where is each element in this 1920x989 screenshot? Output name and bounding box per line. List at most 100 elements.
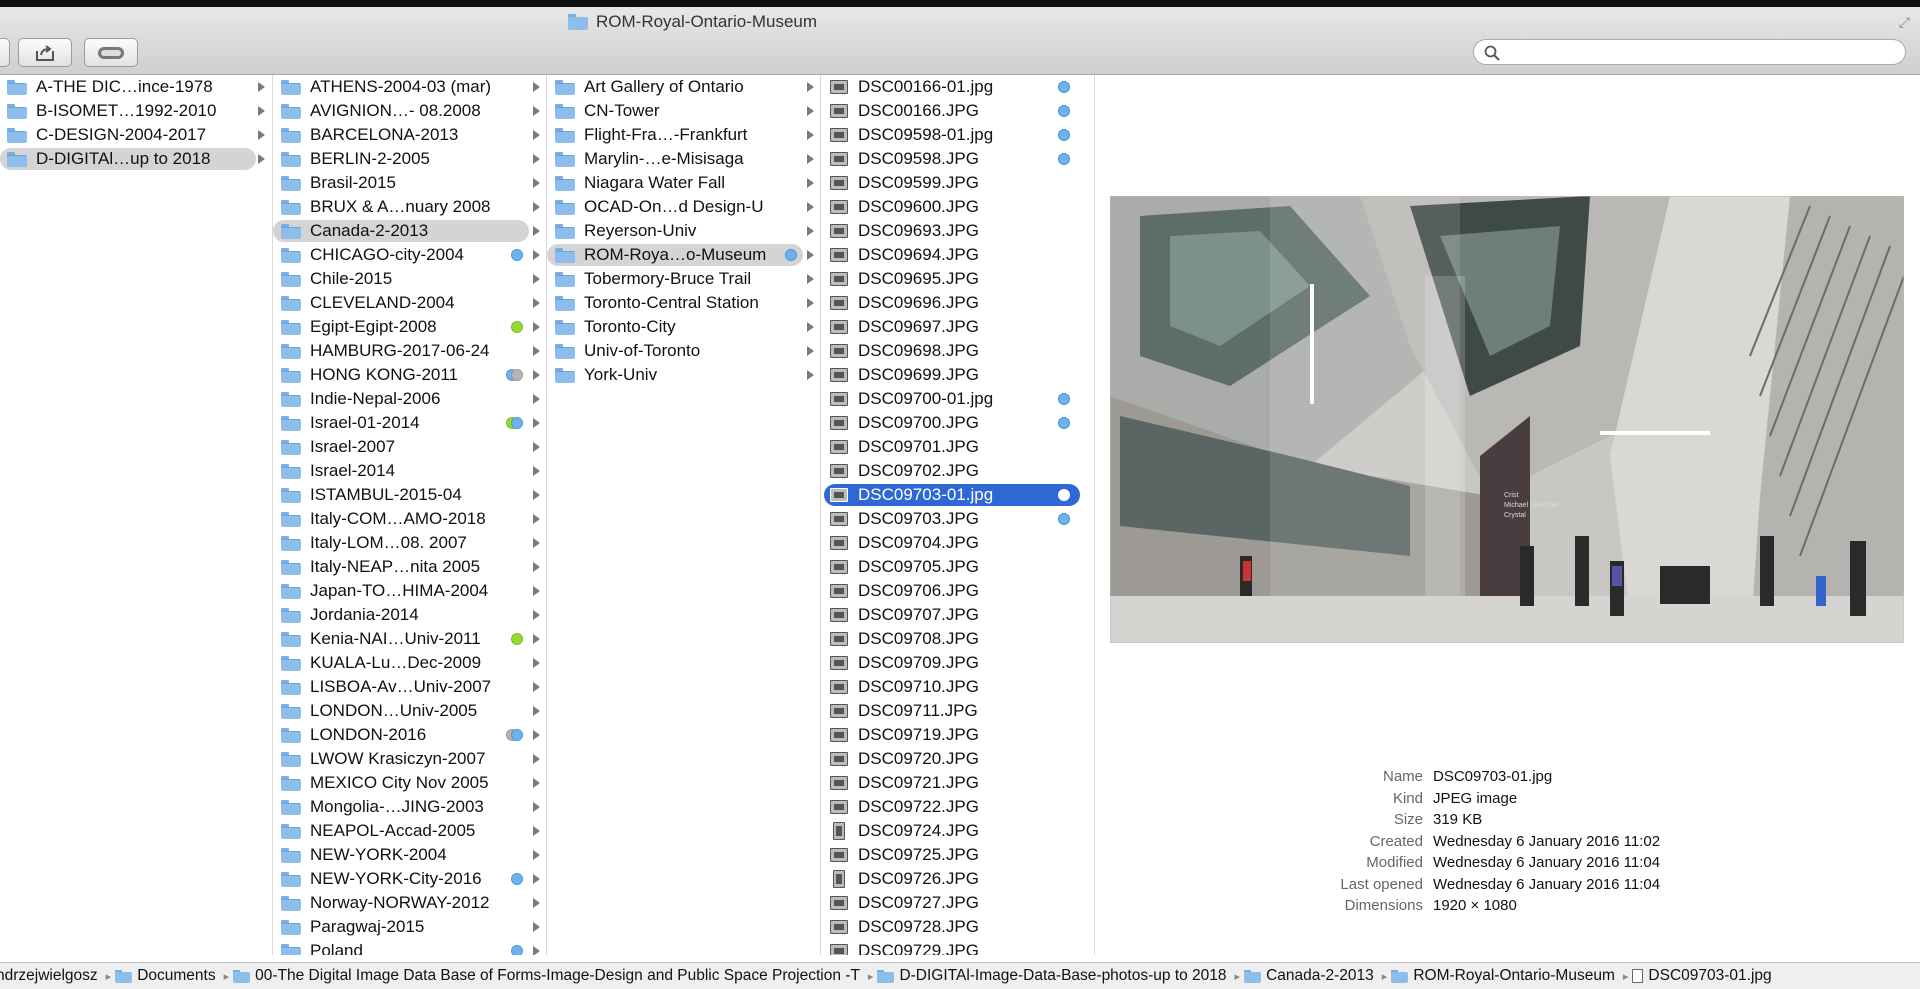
file-row[interactable]: DSC09726.JPG [821,867,1094,891]
file-row[interactable]: DSC00166-01.jpg [821,75,1094,99]
file-row[interactable]: DSC09696.JPG [821,291,1094,315]
file-row[interactable]: DSC09709.JPG [821,651,1094,675]
column-level-1[interactable]: A-THE DIC…ince-1978 B-ISOMET…1992-2010 C-D… [0,75,273,955]
file-row[interactable]: DSC09700.JPG [821,411,1094,435]
folder-row[interactable]: HONG KONG-2011 [273,363,546,387]
file-row[interactable]: DSC09710.JPG [821,675,1094,699]
column-level-2[interactable]: ATHENS-2004-03 (mar) AVIGNION…- 08.2008 BA… [273,75,547,955]
folder-row[interactable]: Toronto-Central Station [547,291,820,315]
column-files[interactable]: DSC00166-01.jpg DSC00166.JPG DSC09598-01.j… [821,75,1095,955]
folder-row[interactable]: Mongolia-…JING-2003 [273,795,546,819]
folder-row[interactable]: Kenia-NAI…Univ-2011 [273,627,546,651]
file-row[interactable]: DSC09599.JPG [821,171,1094,195]
folder-row[interactable]: BERLIN-2-2005 [273,147,546,171]
path-crumb[interactable]: ndrzejwielgosz [0,967,98,985]
file-row[interactable]: DSC09729.JPG [821,939,1094,955]
column-level-3[interactable]: Art Gallery of Ontario CN-Tower Flight-Fra… [547,75,821,955]
share-button[interactable] [18,38,72,67]
folder-row[interactable]: CLEVELAND-2004 [273,291,546,315]
folder-row[interactable]: LONDON-2016 [273,723,546,747]
folder-row[interactable]: HAMBURG-2017-06-24 [273,339,546,363]
folder-row[interactable]: LONDON…Univ-2005 [273,699,546,723]
file-row[interactable]: DSC09701.JPG [821,435,1094,459]
folder-row[interactable]: Reyerson-Univ [547,219,820,243]
file-row[interactable]: DSC09725.JPG [821,843,1094,867]
path-crumb[interactable]: D-DIGITAl-Image-Data-Base-photos-up to 2… [877,967,1227,985]
folder-row[interactable]: CHICAGO-city-2004 [273,243,546,267]
folder-row[interactable]: Jordania-2014 [273,603,546,627]
folder-row[interactable]: Niagara Water Fall [547,171,820,195]
folder-row[interactable]: D-DIGITAl…up to 2018 [0,147,272,171]
file-row[interactable]: DSC09702.JPG [821,459,1094,483]
folder-row[interactable]: Toronto-City [547,315,820,339]
view-options-button[interactable] [0,38,10,67]
path-crumb[interactable]: DSC09703-01.jpg [1632,967,1772,985]
file-row[interactable]: DSC09711.JPG [821,699,1094,723]
folder-row[interactable]: CN-Tower [547,99,820,123]
file-row[interactable]: DSC09600.JPG [821,195,1094,219]
folder-row[interactable]: Brasil-2015 [273,171,546,195]
file-row[interactable]: DSC09720.JPG [821,747,1094,771]
folder-row[interactable]: Egipt-Egipt-2008 [273,315,546,339]
folder-row[interactable]: LISBOA-Av…Univ-2007 [273,675,546,699]
folder-row[interactable]: KUALA-Lu…Dec-2009 [273,651,546,675]
path-crumb[interactable]: ROM-Royal-Ontario-Museum [1391,967,1615,985]
folder-row[interactable]: Italy-NEAP…nita 2005 [273,555,546,579]
file-row[interactable]: DSC09705.JPG [821,555,1094,579]
folder-row[interactable]: NEAPOL-Accad-2005 [273,819,546,843]
folder-row[interactable]: York-Univ [547,363,820,387]
folder-row[interactable]: MEXICO City Nov 2005 [273,771,546,795]
folder-row[interactable]: ISTAMBUL-2015-04 [273,483,546,507]
folder-row[interactable]: Norway-NORWAY-2012 [273,891,546,915]
file-row[interactable]: DSC09708.JPG [821,627,1094,651]
folder-row[interactable]: B-ISOMET…1992-2010 [0,99,272,123]
folder-row[interactable]: ROM-Roya…o-Museum [547,243,820,267]
file-row[interactable]: DSC09598-01.jpg [821,123,1094,147]
folder-row[interactable]: NEW-YORK-2004 [273,843,546,867]
file-row[interactable]: DSC09727.JPG [821,891,1094,915]
file-row[interactable]: DSC09707.JPG [821,603,1094,627]
file-row[interactable]: DSC09706.JPG [821,579,1094,603]
folder-row[interactable]: C-DESIGN-2004-2017 [0,123,272,147]
file-row[interactable]: DSC09722.JPG [821,795,1094,819]
folder-row[interactable]: Israel-01-2014 [273,411,546,435]
file-row[interactable]: DSC09693.JPG [821,219,1094,243]
folder-row[interactable]: NEW-YORK-City-2016 [273,867,546,891]
folder-row[interactable]: OCAD-On…d Design-U [547,195,820,219]
folder-row[interactable]: Italy-COM…AMO-2018 [273,507,546,531]
folder-row[interactable]: A-THE DIC…ince-1978 [0,75,272,99]
path-crumb[interactable]: 00-The Digital Image Data Base of Forms-… [233,967,860,985]
folder-row[interactable]: Chile-2015 [273,267,546,291]
file-row[interactable]: DSC09719.JPG [821,723,1094,747]
path-crumb[interactable]: Canada-2-2013 [1244,967,1374,985]
edit-tags-button[interactable] [84,38,138,67]
folder-row[interactable]: Italy-LOM…08. 2007 [273,531,546,555]
folder-row[interactable]: Art Gallery of Ontario [547,75,820,99]
search-field[interactable] [1473,39,1906,65]
file-row[interactable]: DSC09695.JPG [821,267,1094,291]
file-row[interactable]: DSC09700-01.jpg [821,387,1094,411]
folder-row[interactable]: Marylin-…e-Misisaga [547,147,820,171]
folder-row[interactable]: Paragwaj-2015 [273,915,546,939]
folder-row[interactable]: LWOW Krasiczyn-2007 [273,747,546,771]
file-row[interactable]: DSC00166.JPG [821,99,1094,123]
folder-row[interactable]: BARCELONA-2013 [273,123,546,147]
folder-row[interactable]: Indie-Nepal-2006 [273,387,546,411]
file-row[interactable]: DSC09598.JPG [821,147,1094,171]
file-row[interactable]: DSC09721.JPG [821,771,1094,795]
folder-row[interactable]: Univ-of-Toronto [547,339,820,363]
folder-row[interactable]: Tobermory-Bruce Trail [547,267,820,291]
file-row[interactable]: DSC09698.JPG [821,339,1094,363]
folder-row[interactable]: ATHENS-2004-03 (mar) [273,75,546,99]
folder-row[interactable]: Israel-2007 [273,435,546,459]
file-row[interactable]: DSC09704.JPG [821,531,1094,555]
file-row[interactable]: DSC09728.JPG [821,915,1094,939]
folder-row[interactable]: AVIGNION…- 08.2008 [273,99,546,123]
folder-row[interactable]: Israel-2014 [273,459,546,483]
file-row[interactable]: DSC09694.JPG [821,243,1094,267]
folder-row[interactable]: Japan-TO…HIMA-2004 [273,579,546,603]
search-input[interactable] [1506,43,1900,63]
folder-row[interactable]: Flight-Fra…-Frankfurt [547,123,820,147]
file-row[interactable]: DSC09699.JPG [821,363,1094,387]
folder-row[interactable]: Canada-2-2013 [273,219,546,243]
